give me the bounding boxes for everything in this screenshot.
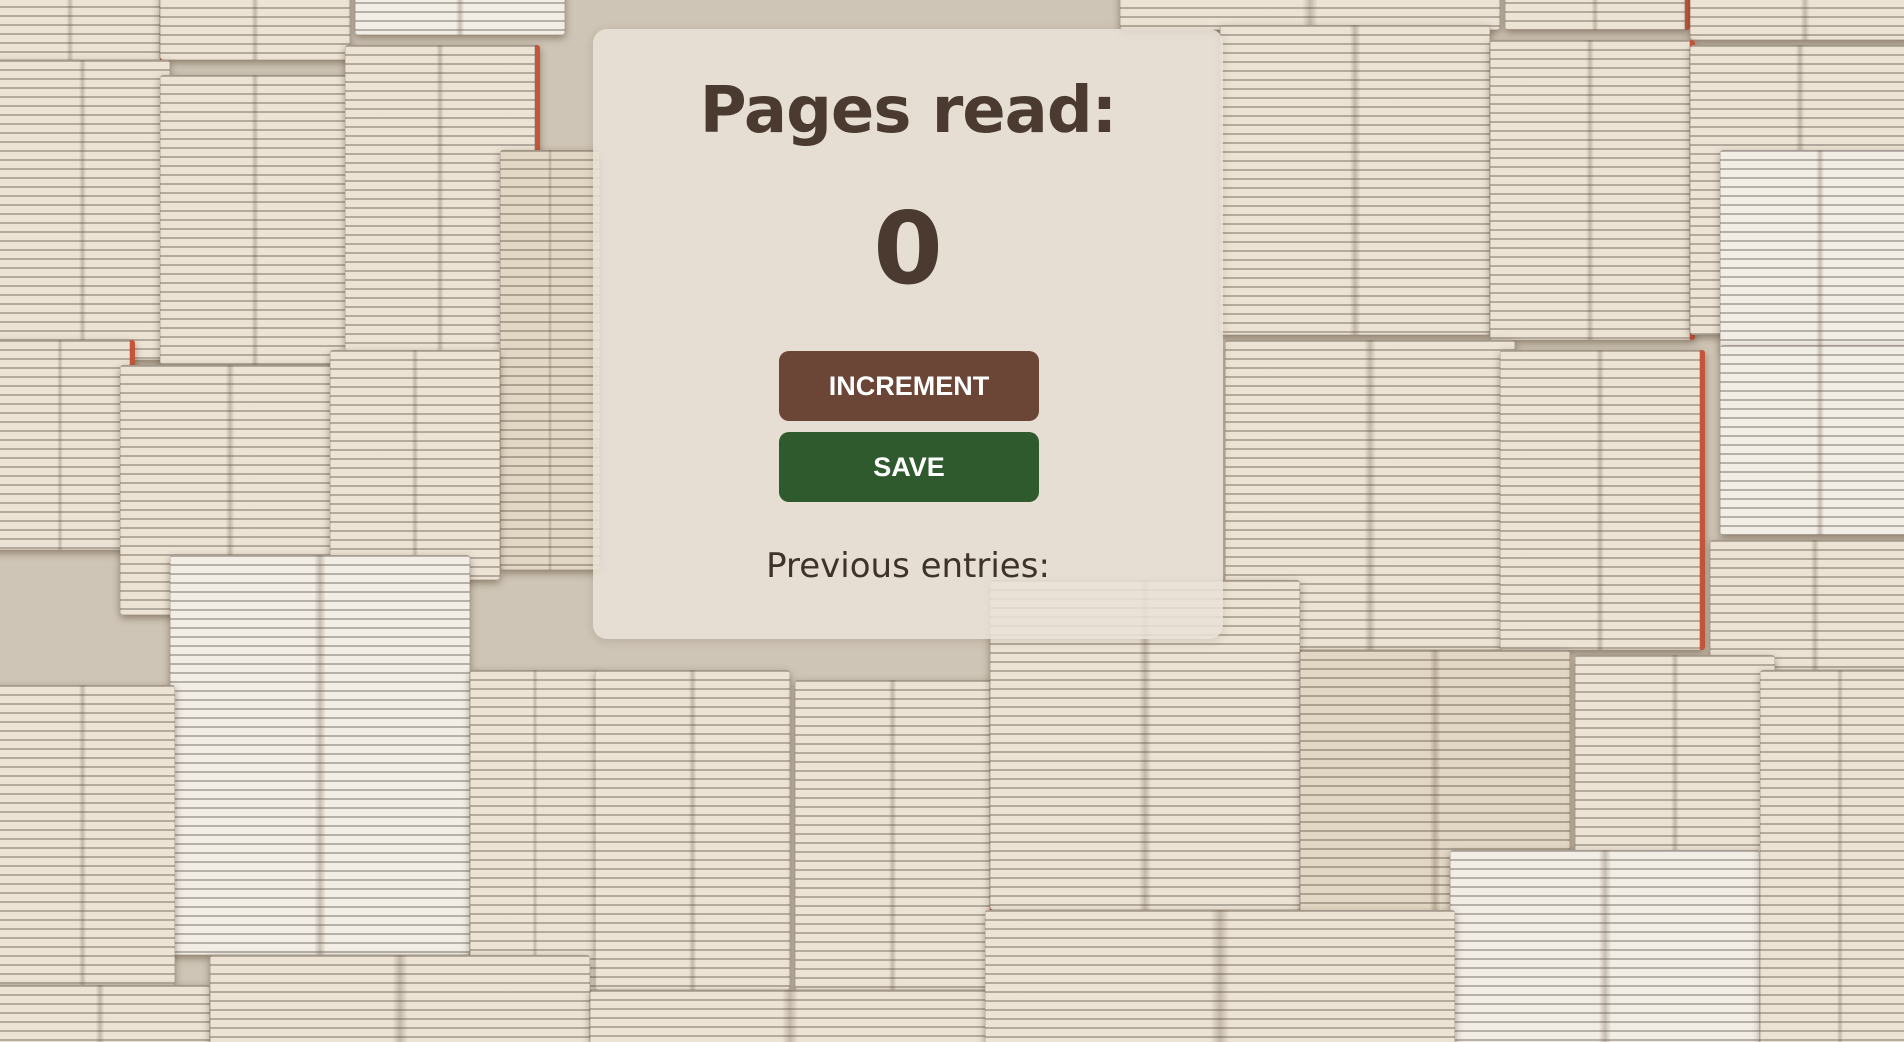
background-book — [0, 60, 170, 360]
background-book — [0, 0, 165, 60]
pages-count-display: 0 — [873, 190, 943, 307]
background-book — [1710, 540, 1904, 670]
page-title: Pages read: — [699, 74, 1118, 148]
increment-button[interactable]: INCREMENT — [779, 351, 1039, 421]
background-book — [160, 0, 350, 60]
background-book — [1490, 40, 1695, 340]
background-book — [0, 685, 175, 985]
background-book — [170, 555, 470, 955]
background-book — [1720, 345, 1904, 535]
background-book — [795, 680, 995, 990]
background-book — [160, 75, 350, 365]
background-book — [590, 990, 995, 1042]
background-book — [985, 910, 1455, 1042]
background-book — [1500, 350, 1705, 650]
background-book — [330, 350, 500, 580]
background-book — [1505, 0, 1690, 30]
background-book — [1720, 150, 1904, 350]
background-book — [1760, 670, 1904, 1042]
pages-counter-card: Pages read: 0 INCREMENT SAVE Previous en… — [593, 29, 1223, 639]
save-button[interactable]: SAVE — [779, 432, 1039, 502]
background-book — [470, 670, 600, 990]
previous-entries-heading: Previous entries: — [766, 546, 1050, 586]
background-book — [0, 340, 135, 550]
background-book — [355, 0, 565, 35]
background-book — [1220, 25, 1490, 335]
background-book — [595, 670, 790, 990]
background-book — [210, 955, 590, 1042]
background-book — [0, 985, 210, 1042]
background-book — [1690, 0, 1904, 40]
background-book — [500, 150, 600, 570]
background-book — [1450, 850, 1760, 1042]
